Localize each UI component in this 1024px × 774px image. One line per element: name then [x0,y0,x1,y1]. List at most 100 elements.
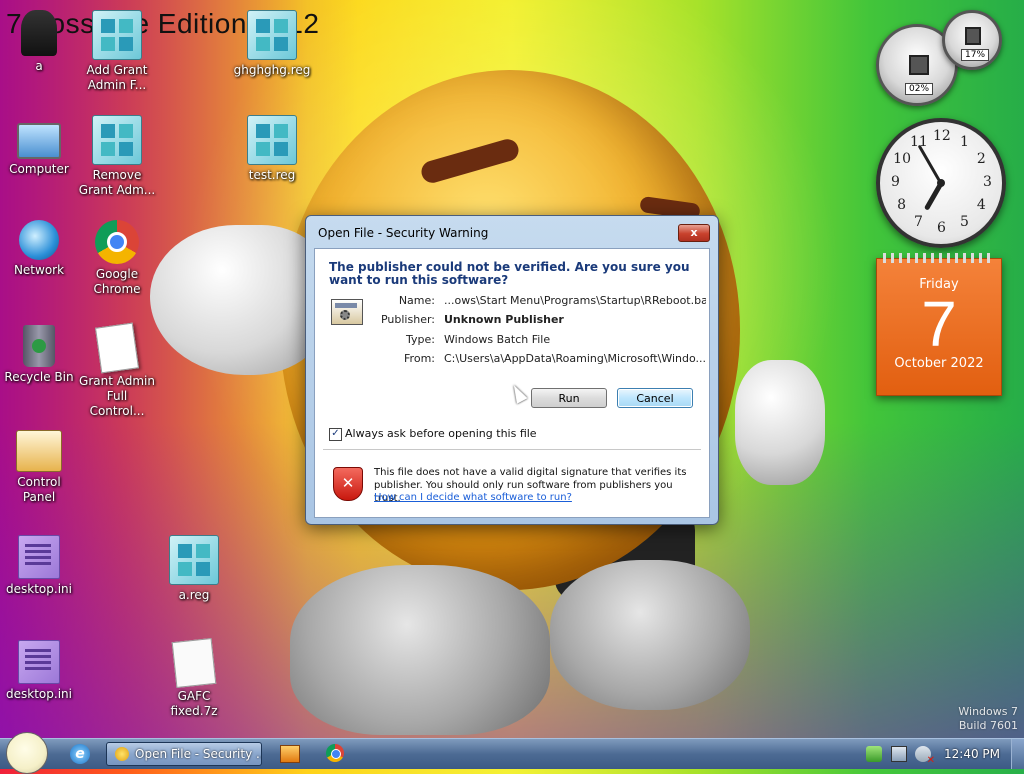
dialog-title: Open File - Security Warning [318,226,489,240]
config-file-icon [18,640,60,684]
desktop-icon-label: Add Grant Admin F... [86,63,148,92]
field-name-value: ...ows\Start Menu\Programs\Startup\RRebo… [444,294,706,307]
taskbar: e Open File - Security ... 12:40 PM [0,732,1024,774]
clock-numeral: 2 [976,151,986,167]
desktop-icon-label: Computer [9,162,69,176]
warning-shield-icon: ✕ [333,467,363,501]
taskbar-active-task[interactable]: Open File - Security ... [106,742,262,766]
archive-file-icon [171,638,217,688]
run-button[interactable]: Run [531,388,607,408]
field-publisher-key: Publisher: [380,313,435,326]
desktop-icon-add-grant-admin[interactable]: Add Grant Admin F... [78,10,156,93]
security-warning-dialog: Open File - Security Warning x The publi… [305,215,719,525]
cpu-chip-icon [909,55,929,75]
desktop-icon-label: desktop.ini [6,687,72,701]
desktop-icon-label: a.reg [178,588,210,602]
chrome-icon [95,220,139,264]
field-type-value: Windows Batch File [444,333,551,346]
clock-center-pin [937,179,945,187]
clock-gadget[interactable]: 12 1 2 3 4 5 6 7 8 9 10 11 [876,118,1006,248]
desktop-icon-computer[interactable]: Computer [0,115,78,177]
clock-numeral: 4 [976,197,986,213]
calendar-day: 7 [921,288,957,360]
version-line-1: Windows 7 [958,705,1018,718]
clock-numeral: 6 [937,220,946,236]
desktop-icon-grant-admin-full-control[interactable]: Grant Admin Full Control... [78,322,156,419]
field-name-key: Name: [398,294,435,307]
version-watermark: Windows 7 Build 7601 [958,705,1018,733]
clock-numeral: 8 [897,197,907,213]
desktop-icon-control-panel[interactable]: Control Panel [0,430,78,505]
wallpaper-mascot-shoe [550,560,750,710]
show-desktop-button[interactable] [1011,739,1024,769]
document-icon [94,322,140,374]
memory-meter-gadget[interactable]: 17% [942,10,1002,70]
memory-chip-icon [965,27,981,45]
desktop-icon-label: Recycle Bin [4,370,74,384]
wallpaper-mascot-glove [735,360,825,485]
desktop-icon-gafc-fixed-7z[interactable]: GAFC fixed.7z [155,638,233,719]
always-ask-label[interactable]: Always ask before opening this file [345,427,537,440]
desktop-icon-label: Remove Grant Adm... [78,168,156,197]
control-panel-icon [16,430,62,472]
dialog-body: The publisher could not be verified. Are… [314,248,710,518]
cancel-button[interactable]: Cancel [617,388,693,408]
desktop-icon-label: ghghghg.reg [233,63,311,77]
clock-numeral: 1 [960,134,969,151]
registry-file-icon [92,115,142,165]
clock-numeral: 10 [893,151,911,167]
volume-muted-icon[interactable] [915,746,935,766]
dialog-separator [323,449,701,450]
media-player-icon[interactable] [280,745,300,763]
action-center-icon[interactable] [866,746,882,762]
field-publisher-value: Unknown Publisher [444,313,564,326]
system-clock[interactable]: 12:40 PM [944,747,1000,761]
clock-numeral: 7 [914,213,923,230]
recycle-bin-icon [23,325,55,367]
config-file-icon [18,535,60,579]
calendar-month-year: October 2022 [894,356,984,371]
registry-file-icon [247,115,297,165]
desktop-icon-a[interactable]: a [0,10,78,74]
desktop-icon-desktop-ini[interactable]: desktop.ini [0,535,78,597]
user-shortcut-icon [21,10,57,56]
wallpaper-mascot-glove [150,225,330,375]
desktop-icon-a-reg[interactable]: a.reg [155,535,233,603]
registry-file-icon [169,535,219,585]
clock-numeral: 3 [983,174,992,190]
desktop-icon-label: desktop.ini [6,582,72,596]
desktop-icon-label: GAFC fixed.7z [170,689,218,718]
clock-numeral: 5 [960,213,969,230]
desktop-icon-google-chrome[interactable]: Google Chrome [78,220,156,297]
wallpaper-mascot-shoe [290,565,550,735]
desktop-icon-test-reg[interactable]: test.reg [233,115,311,183]
desktop-icon-label: Grant Admin Full Control... [79,374,155,418]
calendar-gadget[interactable]: Friday 7 October 2022 [876,253,1002,396]
network-globe-icon [19,220,59,260]
clock-numeral: 9 [891,174,900,190]
desktop-icon-recycle-bin[interactable]: Recycle Bin [0,325,78,385]
always-ask-checkbox[interactable]: ✓ [329,428,342,441]
desktop-icon-label: Control Panel [17,475,61,504]
security-warning-task-icon [115,747,129,761]
memory-usage-value: 17% [961,49,990,61]
network-tray-icon[interactable] [891,746,907,762]
desktop-icon-network[interactable]: Network [0,220,78,278]
registry-file-icon [92,10,142,60]
field-type-key: Type: [406,333,435,346]
desktop-icon-desktop-ini[interactable]: desktop.ini [0,640,78,702]
desktop-icon-label: a [35,59,43,73]
desktop-icon-remove-grant-admin[interactable]: Remove Grant Adm... [78,115,156,198]
cpu-usage-value: 02% [905,83,934,95]
field-from-value: C:\Users\a\AppData\Roaming\Microsoft\Win… [444,352,706,365]
help-link[interactable]: How can I decide what software to run? [374,492,572,503]
desktop-icon-label: test.reg [248,168,296,182]
chrome-taskbar-icon[interactable] [326,744,344,762]
taskbar-task-label: Open File - Security ... [135,747,262,761]
internet-explorer-icon[interactable]: e [70,744,90,764]
dialog-close-button[interactable]: x [678,224,710,242]
desktop-icon-ghghghg-reg[interactable]: ghghghg.reg [233,10,311,78]
registry-file-icon [247,10,297,60]
computer-icon [17,123,61,159]
desktop-icon-label: Google Chrome [93,267,141,296]
